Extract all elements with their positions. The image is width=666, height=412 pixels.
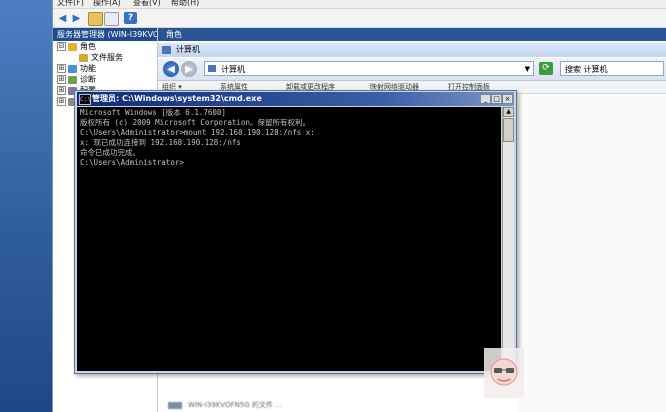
console-line: x: 现已成功连接到 192.168.190.128:/nfs (80, 138, 241, 147)
console-line: 版权所有 (c) 2009 Microsoft Corporation。保留所有… (80, 118, 310, 127)
collapse-icon[interactable]: ⊟ (57, 42, 66, 51)
console-output[interactable]: Microsoft Windows [版本 6.1.7600] 版权所有 (c)… (77, 107, 501, 371)
computer-icon (162, 46, 171, 54)
toolbar: ◀ ▶ ? (53, 9, 666, 28)
explorer-titlebar: 计算机 (158, 43, 666, 57)
close-button[interactable]: × (502, 94, 513, 104)
minimize-button[interactable]: _ (480, 94, 491, 104)
console-prompt: C:\Users\Administrator> (80, 158, 184, 167)
expand-icon[interactable]: ⊞ (57, 75, 66, 84)
roles-header: 角色 (158, 28, 666, 41)
cmd-title: 管理员: C:\Windows\system32\cmd.exe (92, 94, 262, 103)
menu-action[interactable]: 操作(A) (93, 0, 121, 8)
tree-item-diagnostics[interactable]: ⊞ 诊断 (57, 74, 96, 85)
maximize-button[interactable]: □ (491, 94, 502, 104)
refresh-button[interactable]: ⟳ (539, 62, 553, 75)
menu-file[interactable]: 文件(F) (57, 0, 84, 8)
cmd-icon: C:\ (79, 94, 91, 105)
address-text: 计算机 (221, 65, 245, 74)
console-tree-icon[interactable] (104, 12, 119, 26)
watermark-logo (484, 348, 524, 398)
vertical-scrollbar[interactable]: ▲ ▼ (502, 107, 514, 371)
menu-help[interactable]: 帮助(H) (171, 0, 199, 8)
folder-up-icon[interactable] (88, 12, 103, 26)
menu-view[interactable]: 查看(V) (133, 0, 161, 8)
expand-icon[interactable]: ⊞ (57, 97, 66, 106)
scroll-up-icon[interactable]: ▲ (503, 107, 514, 117)
menu-bar: 文件(F) 操作(A) 查看(V) 帮助(H) (53, 0, 666, 9)
drive-item[interactable]: WIN-I39KVOFN5G 的文件 ... (168, 400, 468, 410)
drive-icon (168, 401, 182, 409)
forward-button[interactable]: ▶ (181, 61, 197, 77)
console-line: C:\Users\Administrator>mount 192.168.190… (80, 128, 315, 137)
console-line: 命令已成功完成。 (80, 148, 140, 157)
tree-spacer (68, 53, 77, 62)
tree-item-label: 功能 (80, 64, 96, 73)
search-input[interactable]: 搜索 计算机 (560, 61, 664, 76)
expand-icon[interactable]: ⊞ (57, 86, 66, 95)
drive-item-label: WIN-I39KVOFN5G 的文件 ... (188, 401, 282, 409)
forward-arrow-icon[interactable]: ▶ (70, 12, 83, 24)
tree-item-roles[interactable]: ⊟ 角色 (57, 41, 96, 52)
explorer-title: 计算机 (176, 45, 200, 54)
cmd-titlebar[interactable]: C:\ 管理员: C:\Windows\system32\cmd.exe _ □… (77, 92, 514, 106)
console-line: Microsoft Windows [版本 6.1.7600] (80, 108, 226, 117)
expand-icon[interactable]: ⊞ (57, 64, 66, 73)
tree-item-label: 文件服务 (91, 53, 123, 62)
tree-item-label: 角色 (80, 42, 96, 51)
file-services-icon (79, 53, 88, 62)
back-button[interactable]: ◀ (163, 61, 179, 77)
dropdown-arrow-icon[interactable]: ▼ (525, 62, 530, 77)
navigation-bar: ◀ ▶ 计算机 ▼ ⟳ 搜索 计算机 (158, 58, 666, 81)
cmd-window: C:\ 管理员: C:\Windows\system32\cmd.exe _ □… (74, 90, 517, 374)
details-pane (518, 94, 666, 412)
tree-item-file-services[interactable]: 文件服务 (68, 52, 123, 63)
help-icon[interactable]: ? (124, 12, 137, 24)
diagnostics-icon (68, 75, 77, 84)
scrollbar-thumb[interactable] (503, 118, 514, 142)
desktop-background (0, 0, 52, 412)
computer-icon (208, 65, 216, 72)
address-bar[interactable]: 计算机 ▼ (204, 61, 534, 76)
roles-icon (68, 42, 77, 51)
features-icon (68, 64, 77, 73)
back-arrow-icon[interactable]: ◀ (56, 12, 69, 24)
tree-item-features[interactable]: ⊞ 功能 (57, 63, 96, 74)
tree-root-server-manager[interactable]: 服务器管理器 (WIN-I39KVOFN5G (53, 28, 157, 41)
tree-item-label: 诊断 (80, 75, 96, 84)
